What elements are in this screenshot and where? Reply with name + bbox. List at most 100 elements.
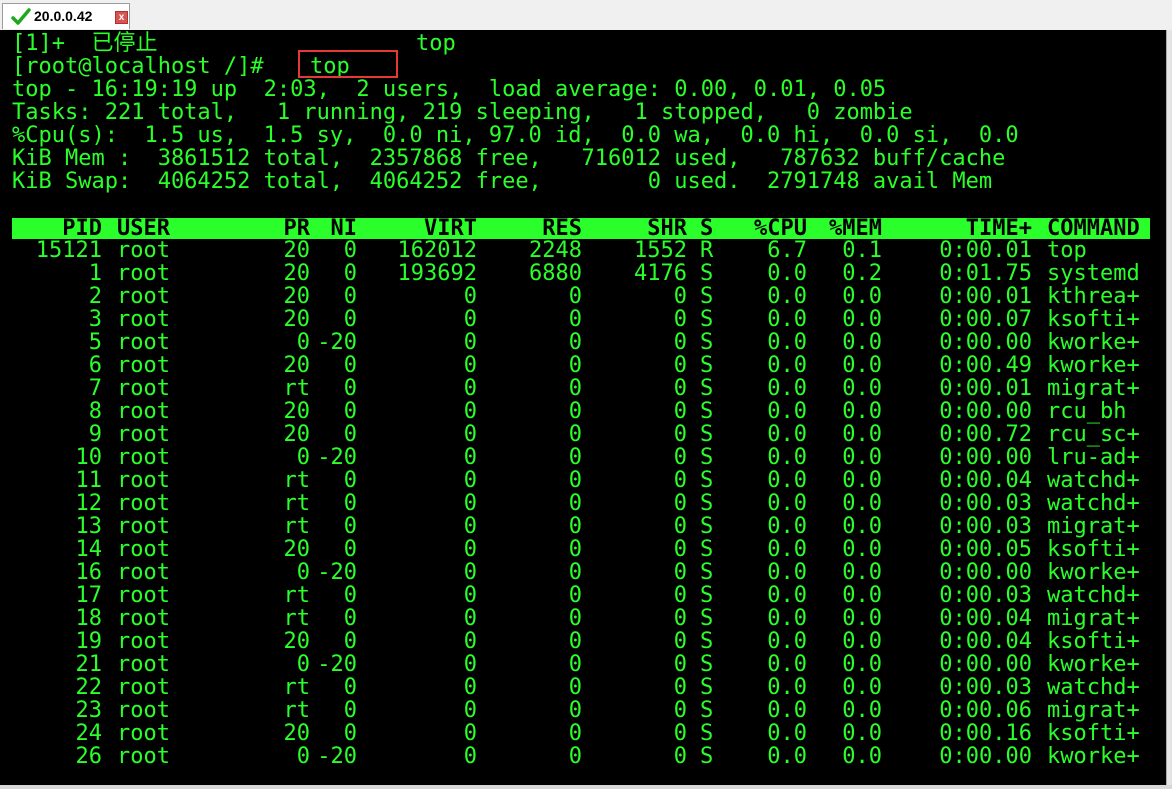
cell-cpu: 6.7 — [767, 238, 807, 263]
cell-time: 0:00.03 — [939, 675, 1032, 700]
col-cpu: %CPU — [754, 216, 807, 241]
cell-command: migrat+ — [1047, 698, 1140, 723]
cell-virt: 0 — [463, 652, 477, 677]
col-command: COMMAND — [1047, 216, 1140, 241]
cell-mem: 0.0 — [842, 399, 882, 424]
cell-user: root — [117, 652, 170, 677]
cell-command: watchd+ — [1047, 468, 1140, 493]
cell-res: 0 — [568, 652, 582, 677]
cell-time: 0:00.72 — [939, 422, 1032, 447]
cell-shr: 0 — [673, 422, 687, 447]
cell-ni: 0 — [343, 284, 357, 309]
cell-ni: 0 — [343, 537, 357, 562]
cell-pr: 20 — [283, 422, 311, 447]
cell-virt: 162012 — [397, 238, 477, 263]
cell-ni: 0 — [343, 422, 357, 447]
cell-state: S — [700, 629, 714, 654]
cell-cpu: 0.0 — [767, 307, 807, 332]
cell-ni: -20 — [317, 560, 357, 585]
cell-time: 0:00.01 — [939, 238, 1032, 263]
swap-line: KiB Swap: 4064252 total, 4064252 free, 0… — [12, 169, 993, 194]
cell-pid: 13 — [75, 514, 103, 539]
cell-shr: 0 — [673, 560, 687, 585]
shell-prompt: [root@localhost /]# — [12, 54, 264, 79]
cell-pid: 18 — [75, 606, 103, 631]
cell-res: 0 — [568, 284, 582, 309]
cell-res: 0 — [568, 445, 582, 470]
cell-pr: 20 — [283, 238, 311, 263]
cell-ni: 0 — [343, 238, 357, 263]
cell-ni: 0 — [343, 583, 357, 608]
cell-time: 0:00.06 — [939, 698, 1032, 723]
cell-shr: 0 — [673, 514, 687, 539]
cell-pr: rt — [283, 376, 311, 401]
cell-pid: 3 — [88, 307, 102, 332]
cell-mem: 0.0 — [842, 675, 882, 700]
cell-cpu: 0.0 — [767, 399, 807, 424]
cell-user: root — [117, 238, 170, 263]
cell-command: kworke+ — [1047, 744, 1140, 769]
cell-user: root — [117, 353, 170, 378]
tab-bar: 20.0.0.42 x — [0, 0, 1172, 31]
cell-cpu: 0.0 — [767, 330, 807, 355]
cell-user: root — [117, 583, 170, 608]
cell-shr: 0 — [673, 606, 687, 631]
cell-ni: -20 — [317, 744, 357, 769]
cell-command: migrat+ — [1047, 376, 1140, 401]
cell-command: ksofti+ — [1047, 629, 1140, 654]
cell-res: 0 — [568, 583, 582, 608]
cell-shr: 0 — [673, 675, 687, 700]
cell-cpu: 0.0 — [767, 698, 807, 723]
cell-mem: 0.1 — [842, 238, 882, 263]
cell-cpu: 0.0 — [767, 468, 807, 493]
cell-time: 0:00.01 — [939, 284, 1032, 309]
terminal[interactable]: [1]+ 已停止 top [root@localhost /]# top top -… — [0, 30, 1172, 785]
cell-ni: 0 — [343, 468, 357, 493]
cell-virt: 0 — [463, 422, 477, 447]
cell-virt: 0 — [463, 399, 477, 424]
cell-command: kworke+ — [1047, 330, 1140, 355]
cell-command: kworke+ — [1047, 353, 1140, 378]
cell-mem: 0.0 — [842, 744, 882, 769]
cell-virt: 0 — [463, 675, 477, 700]
col-pr: PR — [283, 216, 311, 241]
close-icon[interactable]: x — [115, 11, 128, 24]
cell-res: 0 — [568, 744, 582, 769]
cell-time: 0:00.04 — [939, 468, 1032, 493]
cell-user: root — [117, 606, 170, 631]
cell-pid: 24 — [75, 721, 103, 746]
cell-state: S — [700, 514, 714, 539]
cell-virt: 0 — [463, 744, 477, 769]
cell-pid: 16 — [75, 560, 103, 585]
cell-mem: 0.0 — [842, 330, 882, 355]
cell-cpu: 0.0 — [767, 491, 807, 516]
cell-shr: 0 — [673, 307, 687, 332]
session-tab[interactable]: 20.0.0.42 x — [2, 3, 130, 29]
cell-pid: 23 — [75, 698, 103, 723]
cell-cpu: 0.0 — [767, 629, 807, 654]
cell-time: 0:01.75 — [939, 261, 1032, 286]
cell-mem: 0.0 — [842, 491, 882, 516]
col-ni: NI — [330, 216, 358, 241]
cell-shr: 0 — [673, 744, 687, 769]
cell-virt: 0 — [463, 307, 477, 332]
cell-pid: 11 — [75, 468, 103, 493]
cell-pr: rt — [283, 698, 311, 723]
cell-time: 0:00.03 — [939, 514, 1032, 539]
cell-state: S — [700, 606, 714, 631]
cell-user: root — [117, 698, 170, 723]
cell-ni: 0 — [343, 353, 357, 378]
cell-mem: 0.2 — [842, 261, 882, 286]
cell-state: S — [700, 307, 714, 332]
cell-mem: 0.0 — [842, 698, 882, 723]
cell-shr: 0 — [673, 721, 687, 746]
cell-mem: 0.0 — [842, 353, 882, 378]
cell-state: S — [700, 537, 714, 562]
cell-pid: 26 — [75, 744, 103, 769]
cell-user: root — [117, 560, 170, 585]
mem-line: KiB Mem : 3861512 total, 2357868 free, 7… — [12, 146, 1006, 171]
cell-virt: 0 — [463, 514, 477, 539]
cell-virt: 0 — [463, 284, 477, 309]
cell-state: S — [700, 721, 714, 746]
cell-pid: 10 — [75, 445, 103, 470]
